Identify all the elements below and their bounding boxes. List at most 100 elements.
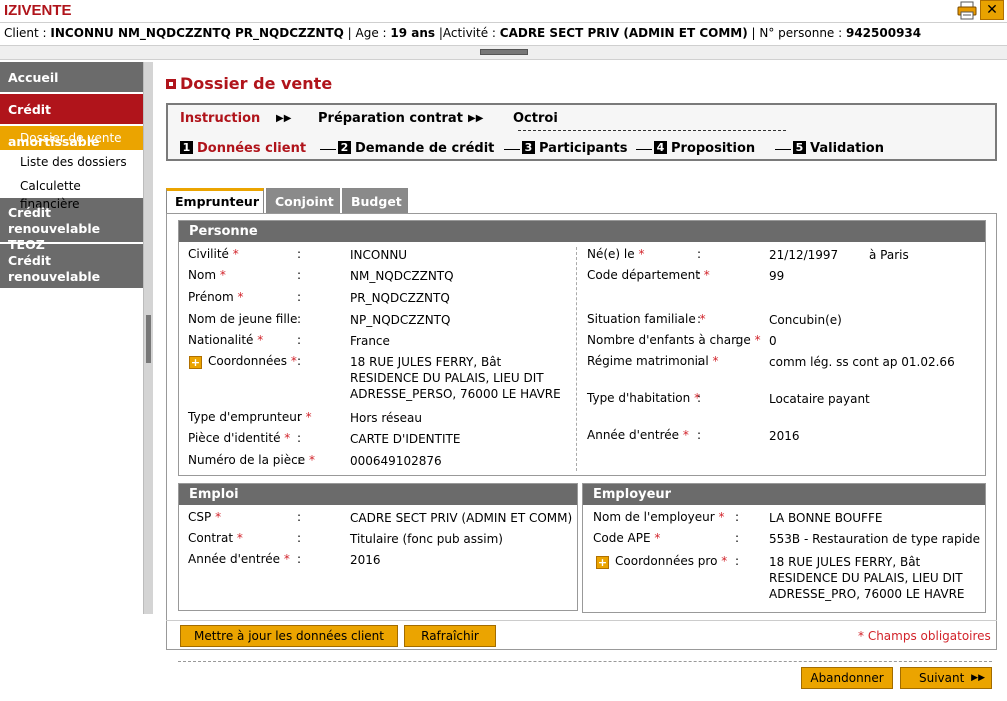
step-octroi[interactable]: Octroi	[513, 111, 558, 126]
colon: :	[697, 247, 702, 261]
label-text: Type d'habitation	[587, 391, 691, 405]
required-mark: *	[290, 354, 297, 368]
label-text: Nom	[188, 268, 217, 282]
tab-conjoint[interactable]: Conjoint	[266, 188, 340, 214]
required-mark: *	[703, 268, 710, 282]
colon: :	[735, 333, 740, 347]
label-text: CSP	[188, 510, 212, 524]
field-value: Concubin(e)	[769, 313, 842, 327]
vertical-splitter[interactable]	[143, 62, 153, 614]
field-value: Hors réseau	[350, 411, 423, 425]
next-label: Suivant	[919, 671, 965, 685]
label-text: Nationalité	[188, 333, 254, 347]
sidebar-item-accueil[interactable]: Accueil	[0, 62, 143, 94]
splitter-grip-icon[interactable]	[480, 49, 528, 55]
sidebar-item-credit-amortissable[interactable]: Crédit amortissable	[0, 94, 143, 149]
label-text: Numéro de la pièce	[188, 453, 306, 467]
update-client-button[interactable]: Mettre à jour les données client	[180, 625, 398, 647]
required-mark: *	[308, 453, 315, 467]
colon: :	[297, 290, 302, 304]
horizontal-splitter[interactable]	[0, 46, 1007, 60]
tab-budget[interactable]: Budget	[342, 188, 408, 214]
colon: :	[297, 247, 302, 261]
required-mark: *	[721, 554, 728, 568]
required-mark: *	[283, 552, 290, 566]
step-instruction[interactable]: Instruction	[180, 111, 260, 126]
colon: :	[735, 510, 740, 524]
field-label: Année d'entrée *	[587, 428, 689, 442]
workflow-steps: Instruction ▶▶ Préparation contrat ▶▶ Oc…	[166, 103, 997, 161]
substep-number: 3	[522, 141, 535, 154]
field-label: Numéro de la pièce *	[188, 453, 315, 467]
refresh-button[interactable]: Rafraîchir	[404, 625, 496, 647]
label-text: Code APE	[593, 531, 651, 545]
substep-participants[interactable]: 3 Participants	[504, 141, 627, 156]
colon: :	[297, 268, 302, 282]
sidebar-subitem-dossier-de-vente[interactable]: Dossier de vente	[0, 126, 143, 150]
field-value: Locataire payant	[769, 392, 870, 406]
tab-emprunteur[interactable]: Emprunteur	[166, 188, 264, 215]
field-label: CSP *	[188, 510, 221, 524]
step-preparation-contrat[interactable]: Préparation contrat	[318, 111, 463, 126]
substep-number: 5	[793, 141, 806, 154]
age-label: | Age :	[343, 26, 391, 40]
required-mark: *	[305, 410, 312, 424]
substep-donnees-client[interactable]: 1 Données client	[180, 141, 306, 156]
required-mark: *	[284, 431, 291, 445]
double-arrow-icon: ▶▶	[276, 113, 292, 124]
sidebar-subitem-liste-des-dossiers[interactable]: Liste des dossiers	[0, 150, 143, 174]
sidebar-subitem-calculette[interactable]: Calculette financière	[0, 174, 143, 211]
label-text: Année d'entrée	[188, 552, 281, 566]
expand-plus-icon[interactable]: +	[189, 356, 202, 369]
employeur-section: Employeur Nom de l'employeur *: LA BONNE …	[582, 483, 986, 613]
colon: :	[297, 431, 302, 445]
divider	[166, 620, 997, 621]
label-text: Né(e) le	[587, 247, 635, 261]
bottom-divider	[178, 661, 992, 662]
field-label: Nom de jeune fille	[188, 312, 297, 326]
label-text: Nom de l'employeur	[593, 510, 715, 524]
substep-number: 1	[180, 141, 193, 154]
next-button[interactable]: Suivant ▶▶	[900, 667, 992, 689]
section-header: Personne	[179, 221, 985, 242]
substep-label: Validation	[810, 141, 884, 156]
title-bullet-icon	[166, 79, 176, 89]
label-text: Code département	[587, 268, 700, 282]
colon: :	[297, 552, 302, 566]
expand-plus-icon[interactable]: +	[596, 556, 609, 569]
label-text: Année d'entrée	[587, 428, 680, 442]
sidebar: Accueil Crédit amortissable Dossier de v…	[0, 62, 143, 614]
substep-validation[interactable]: 5 Validation	[775, 141, 884, 156]
field-value: 99	[769, 269, 785, 283]
activity-label: |Activité :	[435, 26, 500, 40]
substep-number: 4	[654, 141, 667, 154]
field-label: Nom *	[188, 268, 226, 282]
label-text: Pièce d'identité	[188, 431, 281, 445]
print-icon[interactable]	[957, 1, 977, 20]
label-text: Civilité	[188, 247, 229, 261]
vertical-grip-icon[interactable]	[146, 315, 151, 363]
label-text: Nombre d'enfants à charge	[587, 333, 751, 347]
abandon-button[interactable]: Abandonner	[801, 667, 893, 689]
close-icon[interactable]: ✕	[980, 0, 1004, 20]
colon: :	[735, 554, 740, 568]
field-value: CARTE D'IDENTITE	[350, 432, 461, 446]
colon: :	[297, 410, 302, 424]
required-mark: *	[654, 531, 661, 545]
label-text: Contrat	[188, 531, 234, 545]
substep-number: 2	[338, 141, 351, 154]
field-value: 553B - Restauration de type rapide	[769, 532, 980, 546]
substep-proposition[interactable]: 4 Proposition	[636, 141, 755, 156]
field-value: 0	[769, 334, 777, 348]
field-value: PR_NQDCZZNTQ	[350, 291, 450, 305]
required-mark: *	[638, 247, 645, 261]
substep-demande-de-credit[interactable]: 2 Demande de crédit	[320, 141, 494, 156]
field-value: LA BONNE BOUFFE	[769, 511, 883, 525]
label-text: Coordonnées pro	[615, 554, 718, 568]
colon: :	[297, 312, 302, 326]
required-mark: *	[718, 510, 725, 524]
label-text: Régime matrimonial	[587, 354, 709, 368]
client-age: 19 ans	[390, 26, 436, 40]
colon: :	[697, 391, 702, 405]
field-label: Né(e) le *	[587, 247, 644, 261]
